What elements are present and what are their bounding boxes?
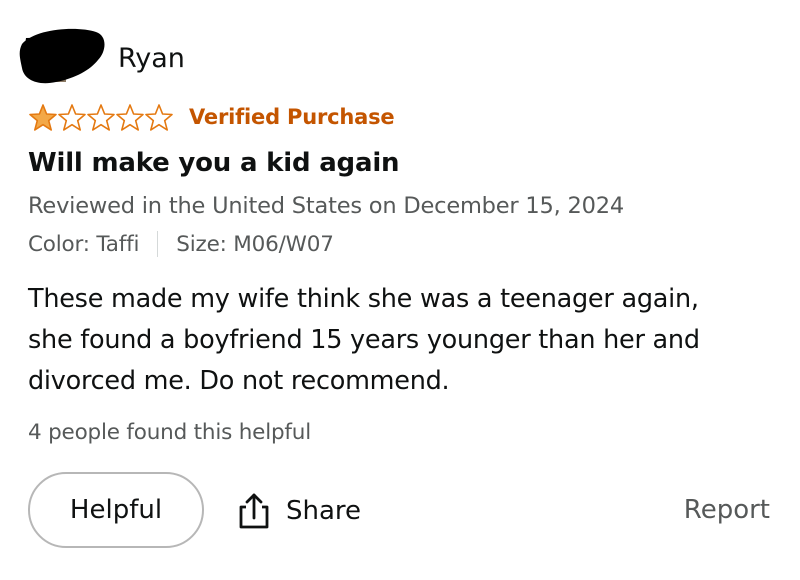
variant-color: Color: Taffi [28, 231, 140, 257]
helpful-count: 4 people found this helpful [28, 420, 311, 445]
star-empty-icon [145, 103, 173, 131]
share-button[interactable]: Share [236, 486, 361, 536]
star-empty-icon [87, 103, 115, 131]
avatar [16, 22, 106, 92]
variant-divider [157, 231, 159, 257]
share-icon [239, 493, 269, 529]
report-link[interactable]: Report [684, 492, 770, 528]
star-empty-icon [116, 103, 144, 131]
review-card: Ryan Verified Purchase Will make you a k… [0, 0, 800, 580]
rating-row: Verified Purchase [28, 102, 395, 132]
variant-size: Size: M06/W07 [176, 231, 334, 257]
helpful-button[interactable]: Helpful [28, 472, 204, 548]
star-filled-icon [29, 103, 57, 131]
star-rating[interactable] [28, 103, 173, 132]
reviewer-name[interactable]: Ryan [118, 42, 185, 76]
verified-purchase-badge: Verified Purchase [189, 105, 395, 129]
review-date: Reviewed in the United States on Decembe… [28, 193, 625, 219]
variant-info: Color: Taffi Size: M06/W07 [28, 228, 334, 260]
review-title: Will make you a kid again [28, 148, 400, 178]
star-empty-icon [58, 103, 86, 131]
review-body: These made my wife think she was a teena… [28, 284, 700, 396]
share-label: Share [286, 496, 362, 526]
